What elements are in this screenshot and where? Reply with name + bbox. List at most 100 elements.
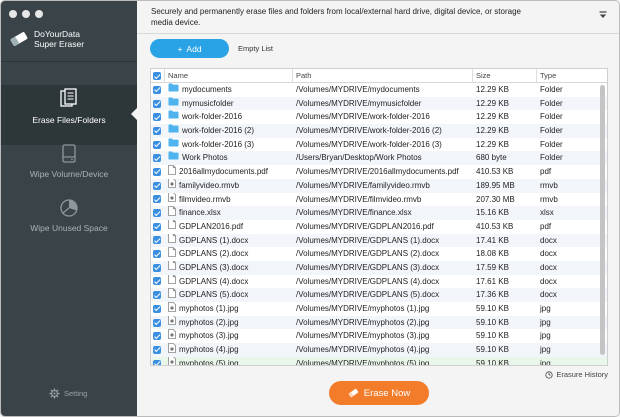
file-type: jpg: [540, 358, 551, 366]
table-row[interactable]: myphotos (1).jpg/Volumes/MYDRIVE/myphoto…: [151, 302, 607, 316]
row-checkbox[interactable]: [151, 275, 165, 289]
table-row[interactable]: familyvideo.rmvb/Volumes/MYDRIVE/familyv…: [151, 178, 607, 193]
column-header-path[interactable]: Path: [293, 69, 473, 83]
row-checkbox[interactable]: [151, 316, 165, 330]
row-checkbox[interactable]: [151, 234, 165, 248]
file-name: myphotos (3).jpg: [179, 331, 239, 341]
row-checkbox[interactable]: [151, 220, 165, 234]
table-row[interactable]: myphotos (3).jpg/Volumes/MYDRIVE/myphoto…: [151, 329, 607, 343]
row-checkbox[interactable]: [151, 343, 165, 357]
file-table: Name Path Size Type mydocuments/Volumes/…: [150, 68, 608, 366]
nav-erase-files-folders[interactable]: Erase Files/Folders: [1, 85, 138, 145]
row-checkbox[interactable]: [151, 288, 165, 302]
brand-name: DoYourData: [34, 29, 80, 39]
drive-icon: [62, 144, 76, 163]
table-row[interactable]: GDPLAN2016.pdf/Volumes/MYDRIVE/GDPLAN201…: [151, 219, 607, 234]
table-row[interactable]: GDPLANS (5).docx/Volumes/MYDRIVE/GDPLANS…: [151, 288, 607, 302]
file-size: 17.36 KB: [476, 290, 509, 300]
table-body: mydocuments/Volumes/MYDRIVE/mydocuments 1…: [151, 83, 607, 366]
file-name: GDPLANS (4).docx: [179, 276, 249, 286]
erase-now-button[interactable]: Erase Now: [329, 381, 429, 405]
file-type: docx: [540, 290, 557, 300]
table-row[interactable]: work-folder-2016 (3) /Volumes/MYDRIVE/wor…: [151, 138, 607, 152]
file-name-cell: GDPLANS (4).docx: [165, 274, 293, 289]
file-path: /Volumes/MYDRIVE/myphotos (4).jpg: [296, 345, 430, 355]
folder-icon: [168, 138, 179, 152]
add-button[interactable]: + Add: [150, 39, 229, 58]
file-name: 2016allmydocuments.pdf: [179, 167, 268, 177]
zoom-window-button[interactable]: [35, 10, 43, 18]
file-name-cell: myphotos (3).jpg: [165, 329, 293, 343]
row-checkbox[interactable]: [151, 165, 165, 179]
product-name: Super Eraser: [34, 39, 85, 49]
table-row[interactable]: GDPLANS (3).docx/Volumes/MYDRIVE/GDPLANS…: [151, 260, 607, 275]
column-header-type[interactable]: Type: [537, 69, 597, 83]
table-row[interactable]: work-folder-2016/Volumes/MYDRIVE/work-fo…: [151, 110, 607, 124]
row-checkbox[interactable]: [151, 302, 165, 316]
nav-wipe-volume-device[interactable]: Wipe Volume/Device: [1, 144, 137, 190]
gear-icon: [49, 388, 60, 399]
setting-button[interactable]: Setting: [49, 388, 87, 399]
row-checkbox[interactable]: [151, 247, 165, 261]
table-row[interactable]: mymusicfolder/Volumes/MYDRIVE/mymusicfol…: [151, 96, 607, 111]
table-row[interactable]: GDPLANS (2).docx/Volumes/MYDRIVE/GDPLANS…: [151, 247, 607, 261]
column-header-size[interactable]: Size: [473, 69, 537, 83]
file-path: /Volumes/MYDRIVE/2016allmydocuments.pdf: [296, 167, 459, 177]
row-checkbox[interactable]: [151, 151, 165, 165]
file-name-cell: Work Photos: [165, 151, 293, 165]
table-row[interactable]: myphotos (2).jpg/Volumes/MYDRIVE/myphoto…: [151, 315, 607, 330]
file-name-cell: GDPLAN2016.pdf: [165, 219, 293, 234]
file-path: /Volumes/MYDRIVE/finance.xlsx: [296, 208, 412, 218]
row-checkbox[interactable]: [151, 124, 165, 138]
row-checkbox[interactable]: [151, 83, 165, 97]
file-name: work-folder-2016 (2): [182, 126, 255, 136]
table-row[interactable]: myphotos (5).jpg/Volumes/MYDRIVE/myphoto…: [151, 356, 607, 366]
file-size: 410.53 KB: [476, 167, 514, 177]
file-size: 59.10 KB: [476, 331, 509, 341]
dropdown-menu-icon[interactable]: [599, 11, 607, 21]
file-size: 18.08 KB: [476, 249, 509, 259]
file-name-cell: work-folder-2016 (3): [165, 138, 293, 152]
file-name-cell: myphotos (2).jpg: [165, 315, 293, 330]
file-type: docx: [540, 249, 557, 259]
empty-list-button[interactable]: Empty List: [238, 44, 273, 53]
minimize-window-button[interactable]: [22, 10, 30, 18]
table-row[interactable]: filmvideo.rmvb/Volumes/MYDRIVE/filmvideo…: [151, 192, 607, 207]
row-checkbox[interactable]: [151, 179, 165, 193]
erasure-history-link[interactable]: Erasure History: [545, 370, 608, 379]
table-row[interactable]: 2016allmydocuments.pdf/Volumes/MYDRIVE/2…: [151, 165, 607, 179]
nav-wipe-unused-space[interactable]: Wipe Unused Space: [1, 198, 137, 244]
table-row[interactable]: myphotos (4).jpg/Volumes/MYDRIVE/myphoto…: [151, 343, 607, 357]
file-size: 12.29 KB: [476, 85, 509, 94]
table-row[interactable]: mydocuments/Volumes/MYDRIVE/mydocuments 1…: [151, 83, 607, 97]
select-all-checkbox[interactable]: [151, 69, 165, 83]
row-checkbox[interactable]: [151, 138, 165, 152]
file-name-cell: GDPLANS (1).docx: [165, 233, 293, 248]
file-name-cell: familyvideo.rmvb: [165, 178, 293, 193]
vertical-scrollbar[interactable]: [600, 85, 605, 355]
row-checkbox[interactable]: [151, 97, 165, 111]
file-name: myphotos (5).jpg: [179, 358, 239, 366]
row-checkbox[interactable]: [151, 193, 165, 207]
row-checkbox[interactable]: [151, 357, 165, 365]
file-name-cell: GDPLANS (5).docx: [165, 288, 293, 302]
table-row[interactable]: finance.xlsx/Volumes/MYDRIVE/finance.xls…: [151, 206, 607, 220]
table-row[interactable]: work-folder-2016 (2) /Volumes/MYDRIVE/wor…: [151, 124, 607, 138]
nav-label: Wipe Volume/Device: [29, 169, 109, 179]
row-checkbox[interactable]: [151, 206, 165, 220]
file-type: docx: [540, 262, 557, 272]
table-row[interactable]: GDPLANS (1).docx/Volumes/MYDRIVE/GDPLANS…: [151, 233, 607, 248]
row-checkbox[interactable]: [151, 329, 165, 343]
table-row[interactable]: Work Photos/Users/Bryan/Desktop/Work Pho…: [151, 151, 607, 166]
file-name: mymusicfolder: [182, 98, 234, 108]
window-controls: [9, 10, 43, 18]
row-checkbox[interactable]: [151, 110, 165, 124]
row-checkbox[interactable]: [151, 261, 165, 275]
divider: [1, 61, 137, 62]
column-header-name[interactable]: Name: [165, 69, 293, 83]
table-row[interactable]: GDPLANS (4).docx/Volumes/MYDRIVE/GDPLANS…: [151, 274, 607, 289]
media-file-icon: [168, 343, 176, 357]
document-icon: [168, 233, 176, 248]
file-type: jpg: [540, 304, 551, 313]
close-window-button[interactable]: [9, 10, 17, 18]
